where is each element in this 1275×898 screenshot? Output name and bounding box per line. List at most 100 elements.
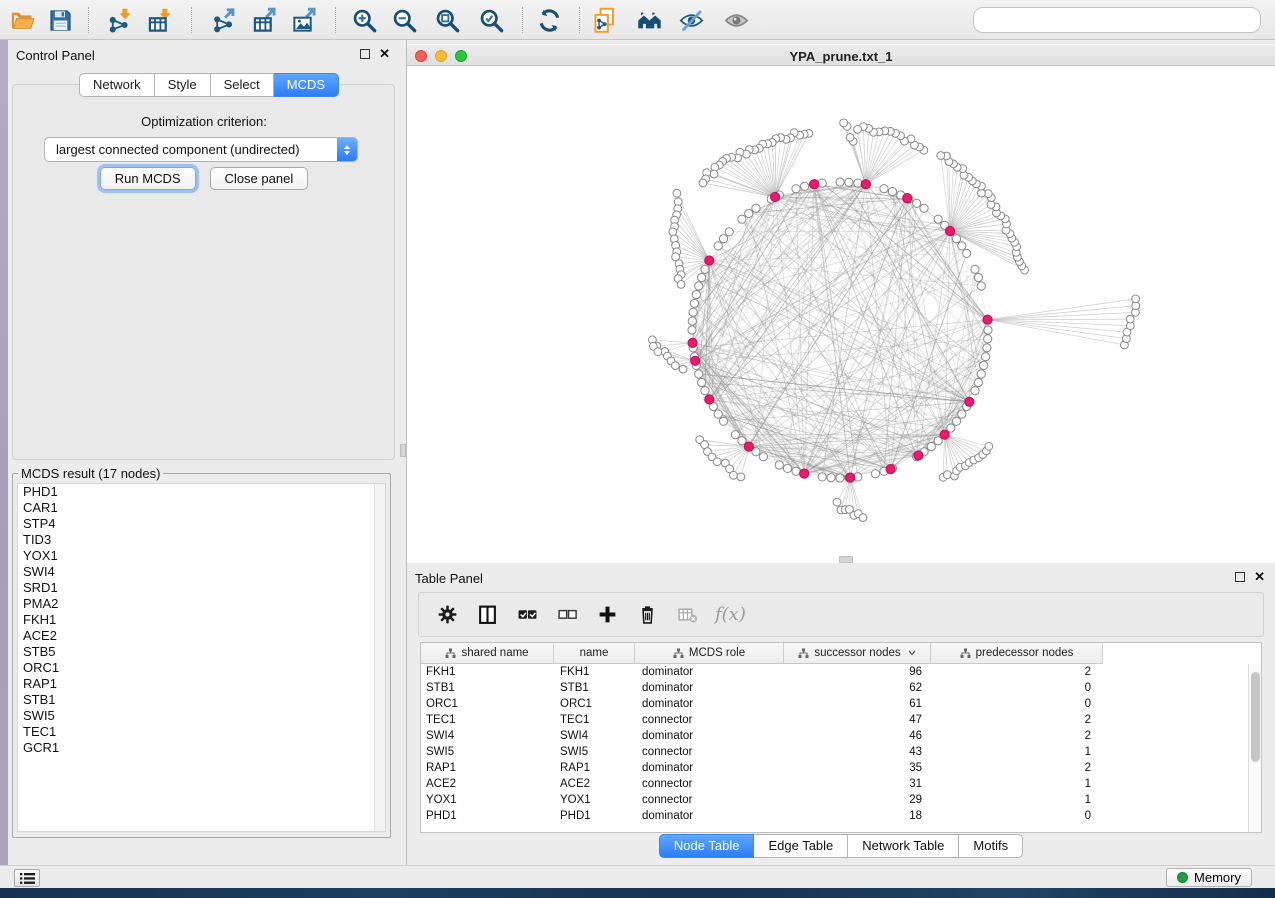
tab-network[interactable]: Network xyxy=(79,73,155,97)
import-network-button[interactable] xyxy=(103,4,137,36)
search-input[interactable] xyxy=(973,7,1261,33)
network-node[interactable] xyxy=(971,387,979,395)
vertical-splitter-handle[interactable] xyxy=(400,444,406,457)
network-hub-node[interactable] xyxy=(705,395,714,404)
table-scrollbar[interactable] xyxy=(1248,664,1261,832)
mcds-result-item[interactable]: SWI5 xyxy=(18,708,385,724)
deselect-all-button[interactable] xyxy=(555,602,581,628)
run-mcds-button[interactable]: Run MCDS xyxy=(100,167,196,190)
memory-button[interactable]: Memory xyxy=(1166,868,1252,887)
network-node[interactable] xyxy=(971,265,979,273)
network-node[interactable] xyxy=(952,235,960,243)
network-hub-node[interactable] xyxy=(691,356,700,365)
tab-select[interactable]: Select xyxy=(211,73,274,97)
network-node[interactable] xyxy=(983,344,991,352)
mcds-result-item[interactable]: STB1 xyxy=(18,692,385,708)
open-file-button[interactable] xyxy=(6,4,40,36)
network-hub-node[interactable] xyxy=(744,442,753,451)
mcds-result-item[interactable]: ORC1 xyxy=(18,660,385,676)
mcds-result-item[interactable]: FKH1 xyxy=(18,612,385,628)
network-node[interactable] xyxy=(927,442,935,450)
network-node[interactable] xyxy=(818,179,826,187)
zoom-in-button[interactable] xyxy=(348,4,382,36)
select-all-button[interactable] xyxy=(515,602,541,628)
network-hub-node[interactable] xyxy=(705,256,714,265)
network-node[interactable] xyxy=(952,417,960,425)
network-hub-node[interactable] xyxy=(983,315,992,324)
network-node[interactable] xyxy=(752,204,760,212)
network-node[interactable] xyxy=(1126,315,1134,323)
network-hub-node[interactable] xyxy=(861,180,870,189)
export-image-button[interactable] xyxy=(288,4,322,36)
task-history-button[interactable] xyxy=(14,869,40,887)
mcds-result-item[interactable]: SRD1 xyxy=(18,580,385,596)
mcds-result-item[interactable]: GCR1 xyxy=(18,740,385,756)
network-node[interactable] xyxy=(719,417,727,425)
mcds-result-item[interactable]: STB5 xyxy=(18,644,385,660)
tab-motifs[interactable]: Motifs xyxy=(959,834,1023,858)
network-node[interactable] xyxy=(958,410,966,418)
close-panel-button[interactable]: Close panel xyxy=(210,167,309,190)
network-node[interactable] xyxy=(854,179,862,187)
table-row[interactable]: YOX1YOX1connector291 xyxy=(421,792,1248,808)
network-node[interactable] xyxy=(738,215,746,223)
show-columns-button[interactable] xyxy=(475,602,501,628)
network-node[interactable] xyxy=(977,282,985,290)
network-node[interactable] xyxy=(672,362,680,370)
import-table-button[interactable] xyxy=(143,4,177,36)
mcds-result-item[interactable]: CAR1 xyxy=(18,500,385,516)
network-node[interactable] xyxy=(846,134,854,142)
network-node[interactable] xyxy=(690,299,698,307)
network-hub-node[interactable] xyxy=(846,473,855,482)
network-node[interactable] xyxy=(701,387,709,395)
save-session-button[interactable] xyxy=(44,4,78,36)
network-node[interactable] xyxy=(934,215,942,223)
network-node[interactable] xyxy=(920,204,928,212)
network-node[interactable] xyxy=(859,514,867,522)
tab-network-table[interactable]: Network Table xyxy=(848,834,959,858)
table-row[interactable]: SWI4SWI4dominator462 xyxy=(421,728,1248,744)
network-node[interactable] xyxy=(958,242,966,250)
network-node[interactable] xyxy=(854,126,862,134)
delete-column-button[interactable] xyxy=(635,602,661,628)
network-node[interactable] xyxy=(695,370,703,378)
table-panel-float-icon[interactable] xyxy=(1235,572,1245,582)
criterion-select[interactable]: largest connected component (undirected) xyxy=(44,137,358,162)
network-node[interactable] xyxy=(984,326,992,334)
network-hub-node[interactable] xyxy=(810,180,819,189)
network-node[interactable] xyxy=(701,265,709,273)
network-node[interactable] xyxy=(1132,295,1140,303)
horizontal-splitter[interactable] xyxy=(407,556,1275,563)
network-node[interactable] xyxy=(713,458,721,466)
network-node[interactable] xyxy=(937,152,945,160)
tab-edge-table[interactable]: Edge Table xyxy=(754,834,848,858)
network-node[interactable] xyxy=(977,370,985,378)
table-scrollbar-thumb[interactable] xyxy=(1251,672,1260,762)
network-node[interactable] xyxy=(710,170,718,178)
table-row[interactable]: TEC1TEC1connector472 xyxy=(421,712,1248,728)
tab-node-table[interactable]: Node Table xyxy=(659,834,755,858)
export-network-button[interactable] xyxy=(208,4,242,36)
network-node[interactable] xyxy=(719,235,727,243)
network-hub-node[interactable] xyxy=(800,469,809,478)
column-header-mcds-role[interactable]: MCDS role xyxy=(635,643,784,663)
delete-table-button[interactable] xyxy=(675,602,701,628)
mcds-result-item[interactable]: RAP1 xyxy=(18,676,385,692)
export-table-button[interactable] xyxy=(248,4,282,36)
horizontal-splitter-handle[interactable] xyxy=(839,556,853,563)
mcds-result-item[interactable]: TID3 xyxy=(18,532,385,548)
column-header-name[interactable]: name xyxy=(554,643,635,663)
window-minimize-button[interactable] xyxy=(435,50,447,62)
network-node[interactable] xyxy=(913,199,921,207)
network-node[interactable] xyxy=(695,282,703,290)
network-hub-node[interactable] xyxy=(688,338,697,347)
network-node[interactable] xyxy=(775,461,783,469)
table-panel-close-icon[interactable]: ✕ xyxy=(1254,572,1265,582)
mcds-list-scrollbar[interactable] xyxy=(374,484,385,831)
network-node[interactable] xyxy=(880,185,888,193)
network-window-titlebar[interactable]: YPA_prune.txt_1 xyxy=(407,44,1275,66)
new-network-from-selection-button[interactable] xyxy=(588,4,622,36)
first-neighbors-button[interactable] xyxy=(633,4,667,36)
network-node[interactable] xyxy=(943,471,951,479)
zoom-fit-button[interactable] xyxy=(431,4,465,36)
